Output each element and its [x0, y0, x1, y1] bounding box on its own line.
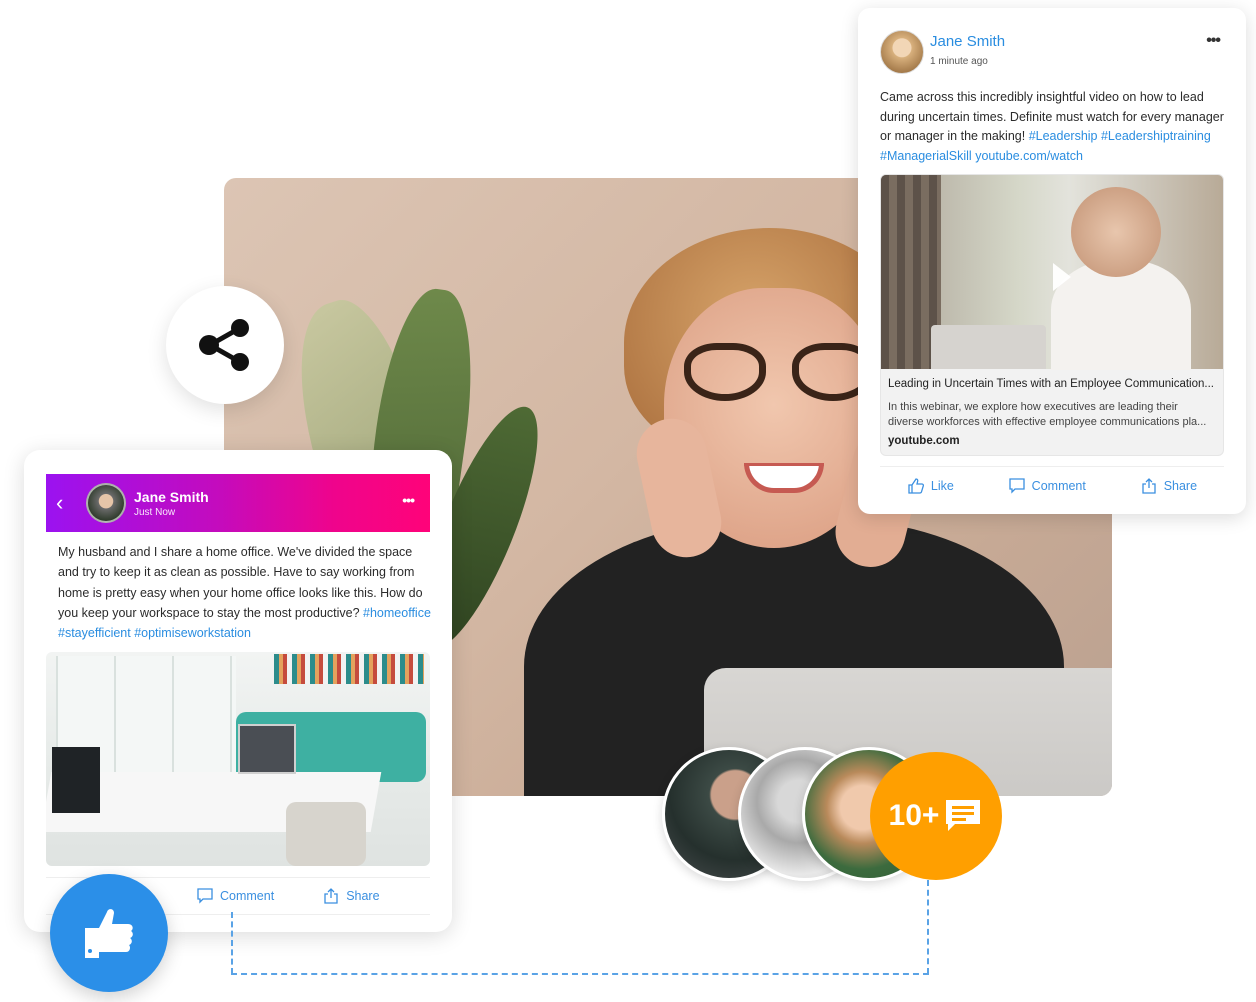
- share-label: Share: [1163, 478, 1198, 493]
- avatar[interactable]: [86, 483, 126, 523]
- more-options-icon[interactable]: •••: [402, 492, 415, 508]
- post-actions: Like Comment Share: [880, 466, 1224, 504]
- chair: [286, 802, 366, 866]
- comment-button[interactable]: Comment: [196, 887, 274, 905]
- video-description: In this webinar, we explore how executiv…: [888, 401, 1207, 428]
- post-image-office[interactable]: [46, 652, 430, 866]
- like-reaction-button[interactable]: [50, 874, 168, 992]
- comment-icon: [1009, 477, 1025, 494]
- share-post-button[interactable]: Share: [1140, 477, 1197, 495]
- video-thumbnail[interactable]: [881, 175, 1223, 370]
- post-header-banner: ‹ Jane Smith Just Now •••: [46, 474, 430, 532]
- author-name[interactable]: Jane Smith: [930, 33, 1005, 50]
- author-name[interactable]: Jane Smith: [134, 489, 209, 505]
- post-link[interactable]: youtube.com/watch: [975, 149, 1083, 163]
- like-label: Like: [930, 478, 954, 493]
- post-card-office: ‹ Jane Smith Just Now ••• My husband and…: [24, 450, 452, 932]
- share-label: Share: [346, 889, 380, 903]
- comment-button[interactable]: Comment: [1008, 477, 1086, 495]
- comment-count: 10+: [888, 799, 940, 832]
- comment-label: Comment: [220, 889, 275, 903]
- monitor: [52, 747, 100, 813]
- play-icon[interactable]: [1053, 263, 1071, 291]
- chat-bubble-icon: [946, 800, 981, 831]
- connector-line: [231, 912, 233, 974]
- video-preview[interactable]: Leading in Uncertain Times with an Emplo…: [880, 174, 1224, 456]
- comment-icon: [197, 888, 213, 904]
- video-domain: youtube.com: [888, 435, 960, 447]
- share-post-button[interactable]: Share: [322, 887, 380, 905]
- more-options-icon[interactable]: •••: [1206, 32, 1221, 50]
- comment-label: Comment: [1031, 478, 1086, 493]
- video-laptop: [931, 325, 1046, 369]
- thumbs-up-outline-icon: [908, 477, 924, 494]
- connector-line: [927, 880, 929, 974]
- share-button[interactable]: [166, 286, 284, 404]
- post-card-video: Jane Smith 1 minute ago ••• Came across …: [858, 8, 1246, 514]
- connector-line: [231, 973, 929, 975]
- person-glasses: [684, 343, 874, 403]
- video-person-face: [1071, 187, 1161, 277]
- comment-count-badge[interactable]: 10+: [870, 752, 1002, 880]
- video-title[interactable]: Leading in Uncertain Times with an Emplo…: [888, 378, 1216, 390]
- back-chevron-icon[interactable]: ‹: [56, 490, 76, 516]
- share-icon: [199, 319, 249, 371]
- post-text: Came across this incredibly insightful v…: [880, 88, 1224, 166]
- post-text: My husband and I share a home office. We…: [58, 542, 434, 643]
- thumbs-up-icon: [85, 909, 133, 958]
- post-time: Just Now: [134, 506, 176, 518]
- avatar[interactable]: [880, 30, 924, 74]
- post-header: Jane Smith 1 minute ago •••: [880, 30, 1224, 76]
- video-meta: Leading in Uncertain Times with an Emplo…: [881, 369, 1223, 455]
- bookshelf: [274, 654, 424, 684]
- share-upload-icon: [324, 888, 338, 904]
- share-upload-icon: [1142, 477, 1156, 494]
- like-button[interactable]: Like: [907, 477, 954, 495]
- post-time: 1 minute ago: [930, 56, 988, 67]
- monitor: [238, 724, 296, 774]
